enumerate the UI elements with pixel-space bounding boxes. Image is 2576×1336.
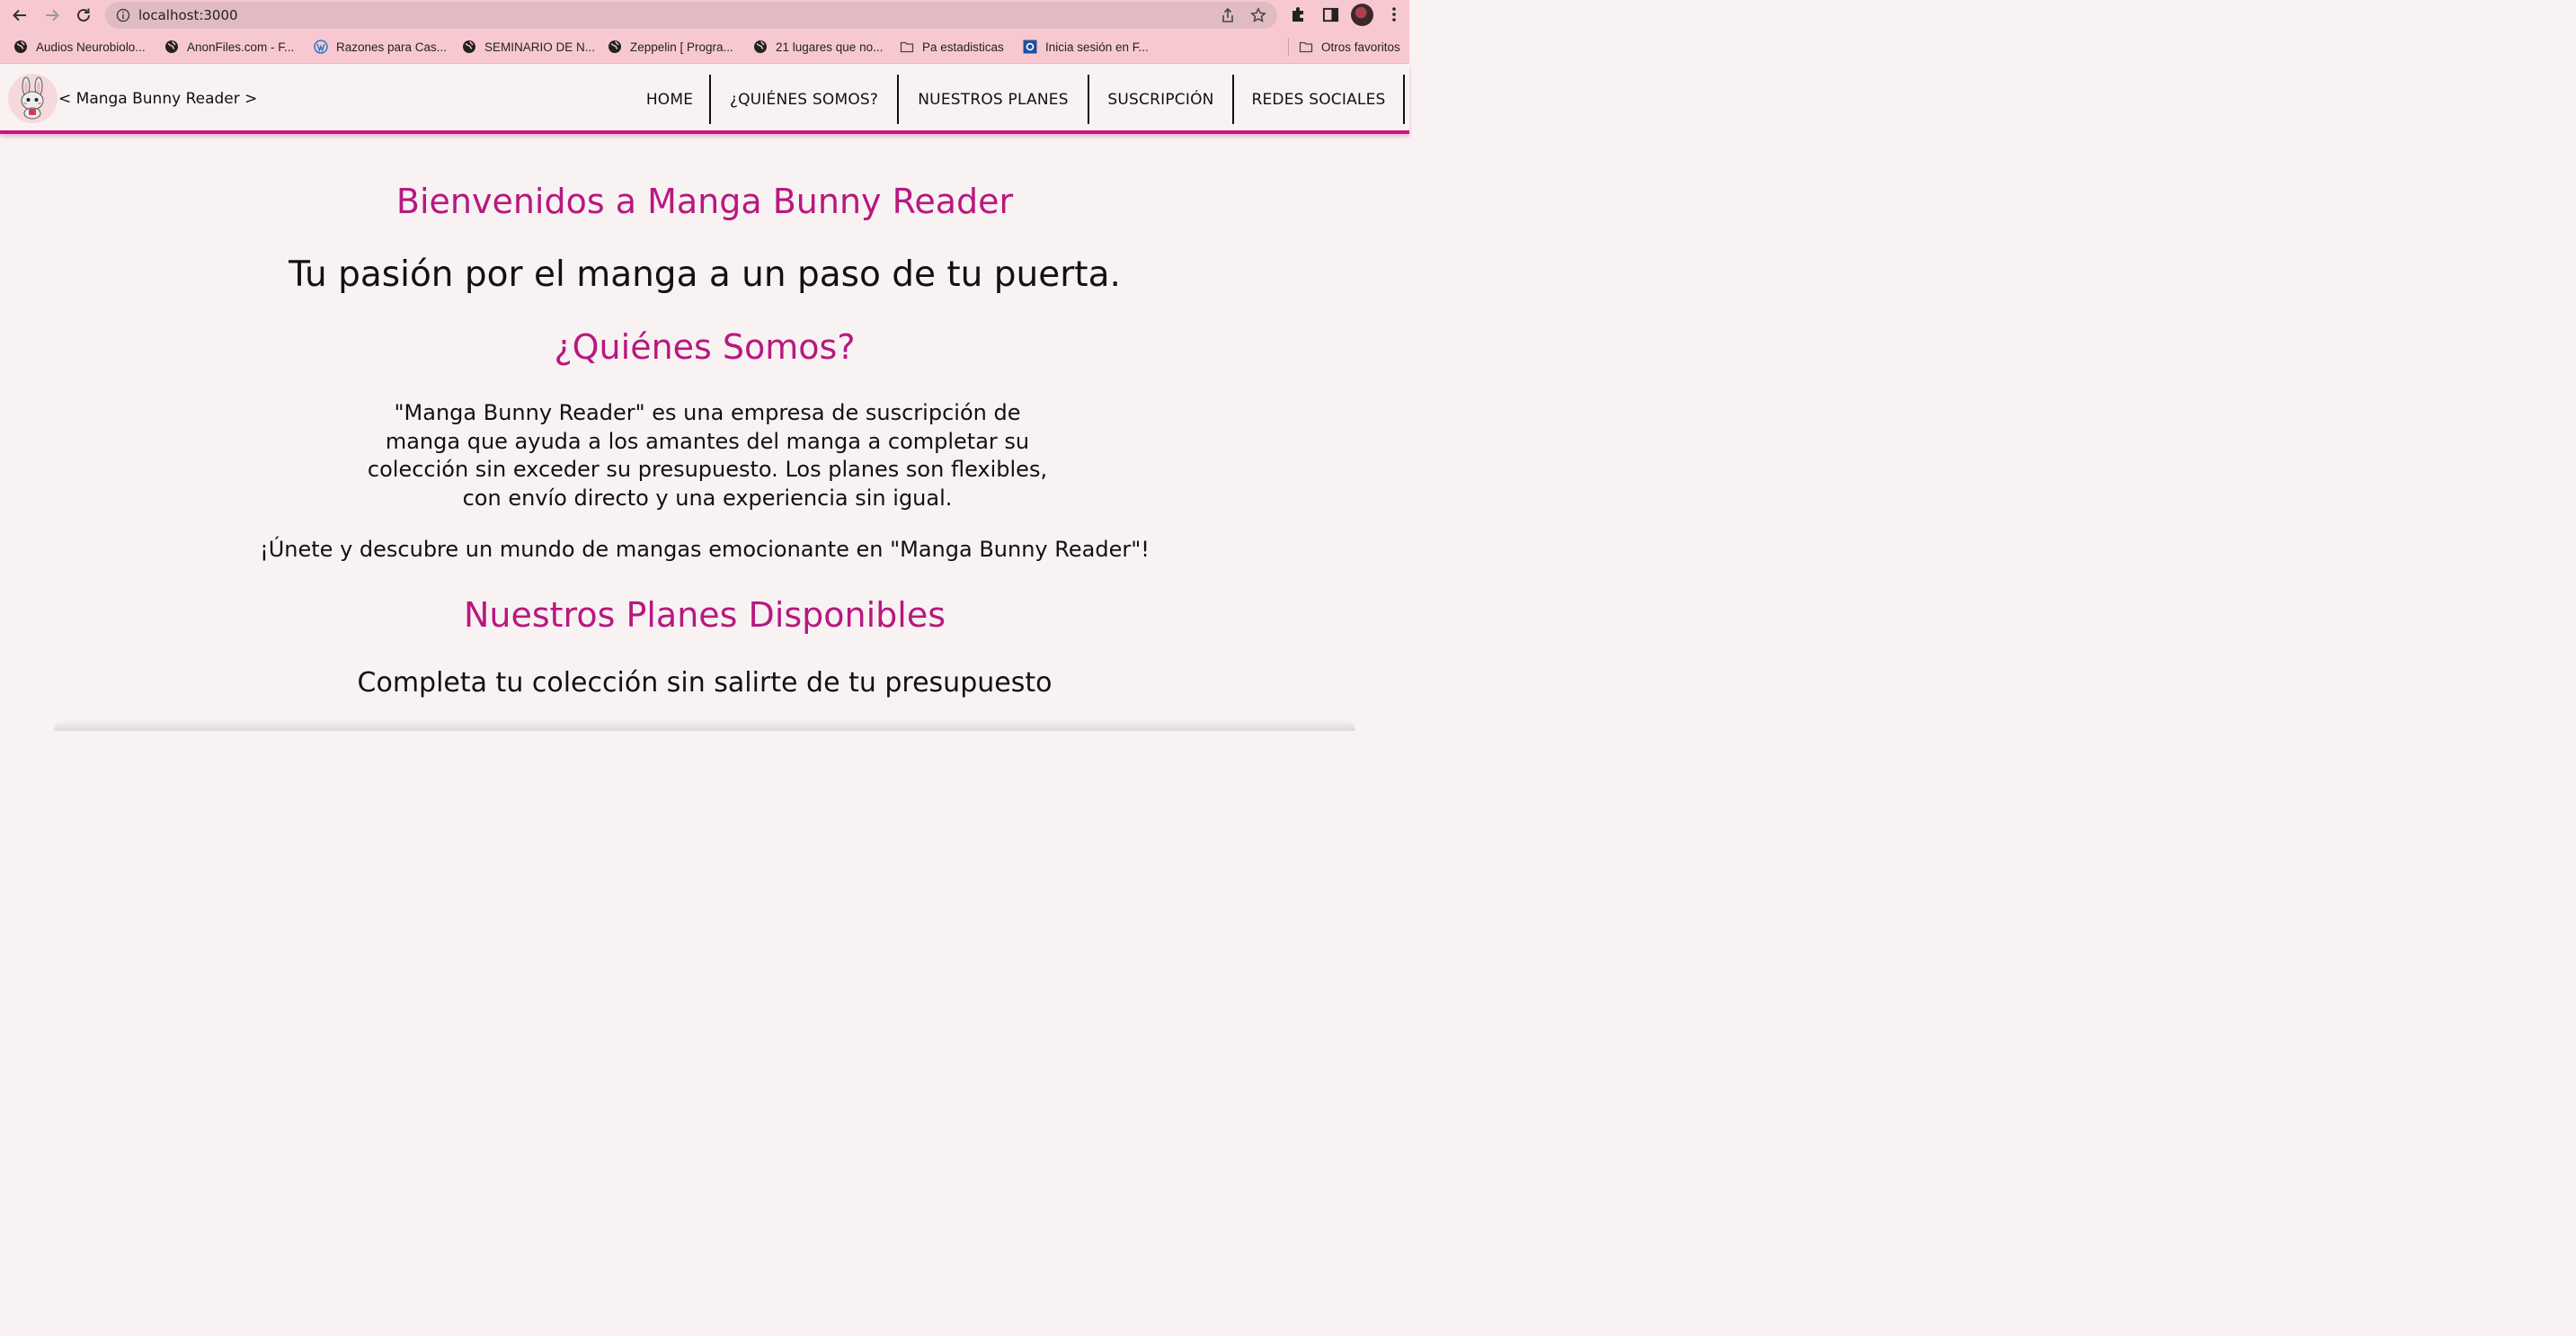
menu-subscription[interactable]: SUSCRIPCIÓN [1089, 75, 1232, 124]
welcome-heading: Bienvenidos a Manga Bunny Reader [395, 182, 1014, 221]
bookmark-label: Razones para Cas... [336, 40, 448, 54]
plans-subtitle: Completa tu colección sin salirte de tu … [357, 667, 1053, 699]
extensions-button[interactable] [1289, 4, 1309, 24]
globe-icon [165, 40, 178, 53]
arrow-left-icon [13, 9, 26, 22]
bunny-icon [21, 76, 44, 120]
wordpress-icon [314, 40, 328, 54]
back-button[interactable] [8, 4, 31, 27]
profile-avatar[interactable] [1351, 4, 1373, 26]
chrome-menu-button[interactable] [1384, 4, 1404, 24]
bookmark-item[interactable]: Razones para Cas... [314, 39, 447, 55]
folder-icon [900, 41, 914, 53]
kebab-menu-icon [1392, 7, 1396, 22]
address-bar[interactable]: localhost:3000 [105, 2, 1277, 29]
other-bookmarks-folder[interactable]: Otros favoritos [1299, 39, 1400, 55]
plans-card-edge [54, 719, 1355, 731]
bookmark-label: Zeppelin [ Progra... [630, 40, 733, 54]
bookmark-item[interactable]: Inicia sesión en F... [1023, 39, 1149, 55]
bookmark-label: Inicia sesión en F... [1045, 40, 1149, 54]
brand-name[interactable]: < Manga Bunny Reader > [58, 90, 257, 108]
bookmark-label: SEMINARIO DE N... [484, 40, 596, 54]
info-icon[interactable] [116, 8, 130, 22]
menu-social[interactable]: REDES SOCIALES [1234, 75, 1403, 124]
bookmark-label: AnonFiles.com - F... [187, 40, 295, 54]
site-header: < Manga Bunny Reader > HOME ¿QUIÉNES SOM… [0, 64, 1409, 134]
bookmark-label: Pa estadisticas [922, 40, 1004, 54]
bookmark-item[interactable]: Audios Neurobiolo... [13, 39, 146, 55]
folder-icon [1299, 41, 1313, 53]
bookmarks-divider [1288, 38, 1289, 56]
bunny-logo[interactable] [8, 74, 58, 123]
bookmark-label: Otros favoritos [1321, 40, 1400, 54]
globe-icon [754, 40, 767, 53]
menu-about[interactable]: ¿QUIÉNES SOMOS? [711, 75, 897, 124]
share-icon[interactable] [1220, 7, 1236, 23]
browser-toolbar: localhost:3000 [0, 0, 1409, 30]
bookmarks-bar: Audios Neurobiolo... AnonFiles.com - F..… [0, 30, 1409, 64]
bookmark-item[interactable]: SEMINARIO DE N... [462, 39, 595, 55]
arrow-right-icon [46, 9, 59, 22]
menu-home[interactable]: HOME [631, 75, 708, 124]
bookmark-label: Audios Neurobiolo... [36, 40, 146, 54]
bookmark-item[interactable]: AnonFiles.com - F... [164, 39, 294, 55]
globe-icon [463, 40, 475, 53]
menu-plans[interactable]: NUESTROS PLANES [899, 75, 1088, 124]
reload-icon [77, 8, 90, 22]
bookmark-label: 21 lugares que no... [776, 40, 884, 54]
join-text: ¡Únete y descubre un mundo de mangas emo… [260, 537, 1150, 562]
puzzle-icon [1292, 7, 1303, 22]
url-text: localhost:3000 [138, 7, 238, 23]
plans-heading: Nuestros Planes Disponibles [463, 595, 946, 635]
bookmark-star-icon[interactable] [1250, 7, 1266, 23]
bookmark-item[interactable]: Zeppelin [ Progra... [608, 39, 733, 55]
menu-divider [1403, 75, 1405, 124]
forward-button[interactable] [40, 4, 64, 27]
about-paragraph: "Manga Bunny Reader" es una empresa de s… [367, 400, 1048, 511]
side-panel-button[interactable] [1320, 4, 1340, 24]
side-panel-icon [1322, 7, 1338, 22]
site-icon [1023, 40, 1037, 54]
globe-icon [608, 40, 621, 53]
about-heading: ¿Quiénes Somos? [554, 327, 856, 367]
globe-icon [14, 40, 27, 53]
tagline: Tu pasión por el manga a un paso de tu p… [289, 254, 1121, 295]
bookmark-item[interactable]: 21 lugares que no... [753, 39, 883, 55]
bookmark-folder[interactable]: Pa estadisticas [900, 39, 1004, 55]
reload-button[interactable] [72, 4, 95, 27]
